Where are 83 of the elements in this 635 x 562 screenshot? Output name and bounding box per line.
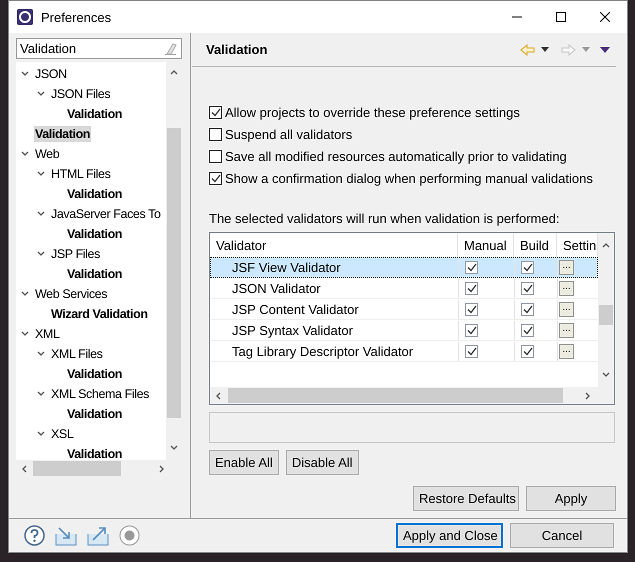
tree-item[interactable]: Validation: [66, 226, 124, 242]
table-row[interactable]: JSP Content Validator ...: [210, 299, 598, 320]
table-action-button[interactable]: Disable All: [286, 450, 359, 475]
window-title: Preferences: [41, 10, 112, 24]
table-caption: The selected validators will run when validation is performed:: [209, 211, 560, 226]
table-row[interactable]: JSP Syntax Validator ...: [210, 320, 598, 341]
checkbox[interactable]: [209, 150, 222, 162]
page-action-button[interactable]: Apply: [526, 486, 616, 511]
tree-item[interactable]: Web Services: [34, 286, 108, 302]
validator-name: Tag Library Descriptor Validator: [232, 344, 414, 359]
checkbox-label: Show a confirmation dialog when performing manual validations: [225, 170, 593, 186]
column-header[interactable]: Settin: [563, 238, 596, 252]
close-icon[interactable]: [600, 12, 610, 22]
record-icon[interactable]: [119, 525, 140, 546]
filter-field[interactable]: Validation: [16, 38, 182, 59]
tree-item[interactable]: Wizard Validation: [50, 306, 149, 322]
help-icon[interactable]: [24, 525, 45, 546]
validator-name: JSON Validator: [232, 281, 321, 296]
validator-name: JSP Syntax Validator: [232, 323, 353, 338]
table-action-button[interactable]: Enable All: [209, 450, 279, 475]
filter-input[interactable]: Validation: [20, 41, 164, 56]
checkbox-label: Suspend all validators: [225, 126, 352, 142]
page-title: Validation: [206, 42, 268, 57]
tree-item[interactable]: XSL: [50, 426, 74, 442]
tree-item[interactable]: Validation: [66, 186, 124, 202]
page-action-button[interactable]: Restore Defaults: [413, 486, 519, 511]
dropdown-icon[interactable]: [541, 47, 549, 52]
checkbox[interactable]: [465, 345, 478, 358]
checkbox[interactable]: [209, 128, 222, 140]
column-header[interactable]: Validator: [216, 238, 266, 252]
settings-button[interactable]: ...: [559, 323, 574, 338]
tree-item[interactable]: XML: [34, 326, 61, 342]
view-menu-icon[interactable]: [600, 46, 610, 52]
checkbox[interactable]: [465, 324, 478, 337]
scrollbar[interactable]: [598, 233, 614, 387]
table-row[interactable]: JSF View Validator ...: [210, 257, 598, 278]
checkbox[interactable]: [521, 345, 534, 358]
table-row[interactable]: JSON Validator ...: [210, 278, 598, 299]
tree-item[interactable]: Validation: [66, 446, 124, 460]
tree-item[interactable]: Validation: [66, 266, 124, 282]
tree-item[interactable]: JSON: [34, 66, 68, 82]
checkbox[interactable]: [209, 172, 222, 184]
checkbox[interactable]: [465, 303, 478, 316]
scrollbar[interactable]: [210, 387, 614, 404]
checkbox[interactable]: [465, 261, 478, 274]
tree-item[interactable]: Validation: [66, 366, 124, 382]
validator-name: JSF View Validator: [232, 260, 341, 275]
checkbox[interactable]: [465, 282, 478, 295]
tree-item[interactable]: XML Schema Files: [50, 386, 150, 402]
tree-item[interactable]: Validation: [66, 406, 124, 422]
tree-item[interactable]: Validation: [34, 126, 92, 142]
maximize-icon[interactable]: [556, 12, 566, 22]
dialog-button[interactable]: Apply and Close: [396, 523, 503, 548]
tree-item[interactable]: JSON Files: [50, 86, 112, 102]
tree-item[interactable]: JSP Files: [50, 246, 101, 262]
tree-item[interactable]: HTML Files: [50, 166, 112, 182]
export-icon[interactable]: [87, 526, 109, 546]
dialog-button[interactable]: Cancel: [510, 523, 614, 548]
checkbox-label: Save all modified resources automatically prior to validating: [225, 148, 567, 164]
checkbox-label: Allow projects to override these preference settings: [225, 104, 520, 120]
settings-button[interactable]: ...: [559, 344, 574, 359]
scrollbar-thumb[interactable]: [33, 461, 121, 476]
app-icon: [17, 9, 33, 25]
column-header[interactable]: Build: [520, 238, 549, 252]
checkbox[interactable]: [209, 106, 222, 118]
checkbox[interactable]: [521, 324, 534, 337]
settings-button[interactable]: ...: [559, 260, 574, 275]
table-row[interactable]: Tag Library Descriptor Validator ...: [210, 341, 598, 362]
tree-item[interactable]: Validation: [66, 106, 124, 122]
checkbox[interactable]: [521, 282, 534, 295]
import-icon[interactable]: [55, 526, 77, 546]
tree-item[interactable]: Web: [34, 146, 60, 162]
scrollbar-thumb[interactable]: [167, 128, 181, 418]
checkbox[interactable]: [521, 303, 534, 316]
tree-item[interactable]: XML Files: [50, 346, 104, 362]
column-header[interactable]: Manual: [464, 238, 507, 252]
checkbox[interactable]: [521, 261, 534, 274]
tree-item[interactable]: JavaServer Faces To: [50, 206, 162, 222]
settings-button[interactable]: ...: [559, 302, 574, 317]
scrollbar-thumb[interactable]: [599, 305, 613, 325]
settings-button[interactable]: ...: [559, 281, 574, 296]
validator-name: JSP Content Validator: [232, 302, 359, 317]
scrollbar-thumb[interactable]: [228, 388, 563, 403]
